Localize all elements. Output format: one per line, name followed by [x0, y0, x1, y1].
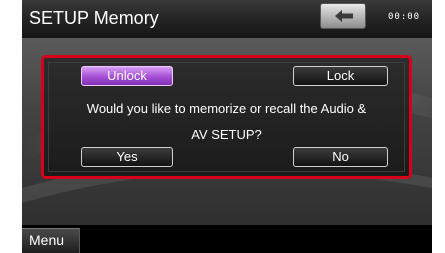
no-button[interactable]: No: [293, 147, 388, 167]
yes-button[interactable]: Yes: [81, 147, 173, 167]
confirm-message: Would you like to memorize or recall the…: [48, 96, 405, 148]
back-button[interactable]: [320, 3, 366, 29]
footer-bar: Menu: [22, 225, 432, 253]
lock-button[interactable]: Lock: [293, 66, 388, 86]
message-line-2: AV SETUP?: [191, 127, 262, 142]
back-arrow-icon: [335, 10, 353, 22]
page-title: SETUP Memory: [29, 8, 159, 28]
device-screen: SETUP Memory 00:00 Unlock Lock Would you…: [22, 0, 432, 253]
setup-memory-dialog: Unlock Lock Would you like to memorize o…: [41, 55, 412, 179]
menu-button[interactable]: Menu: [22, 228, 80, 253]
unlock-button[interactable]: Unlock: [81, 66, 173, 86]
header-bar: SETUP Memory 00:00: [22, 0, 432, 38]
clock-readout: 00:00: [388, 12, 421, 22]
message-line-1: Would you like to memorize or recall the…: [86, 101, 367, 116]
main-content: Unlock Lock Would you like to memorize o…: [22, 38, 432, 225]
